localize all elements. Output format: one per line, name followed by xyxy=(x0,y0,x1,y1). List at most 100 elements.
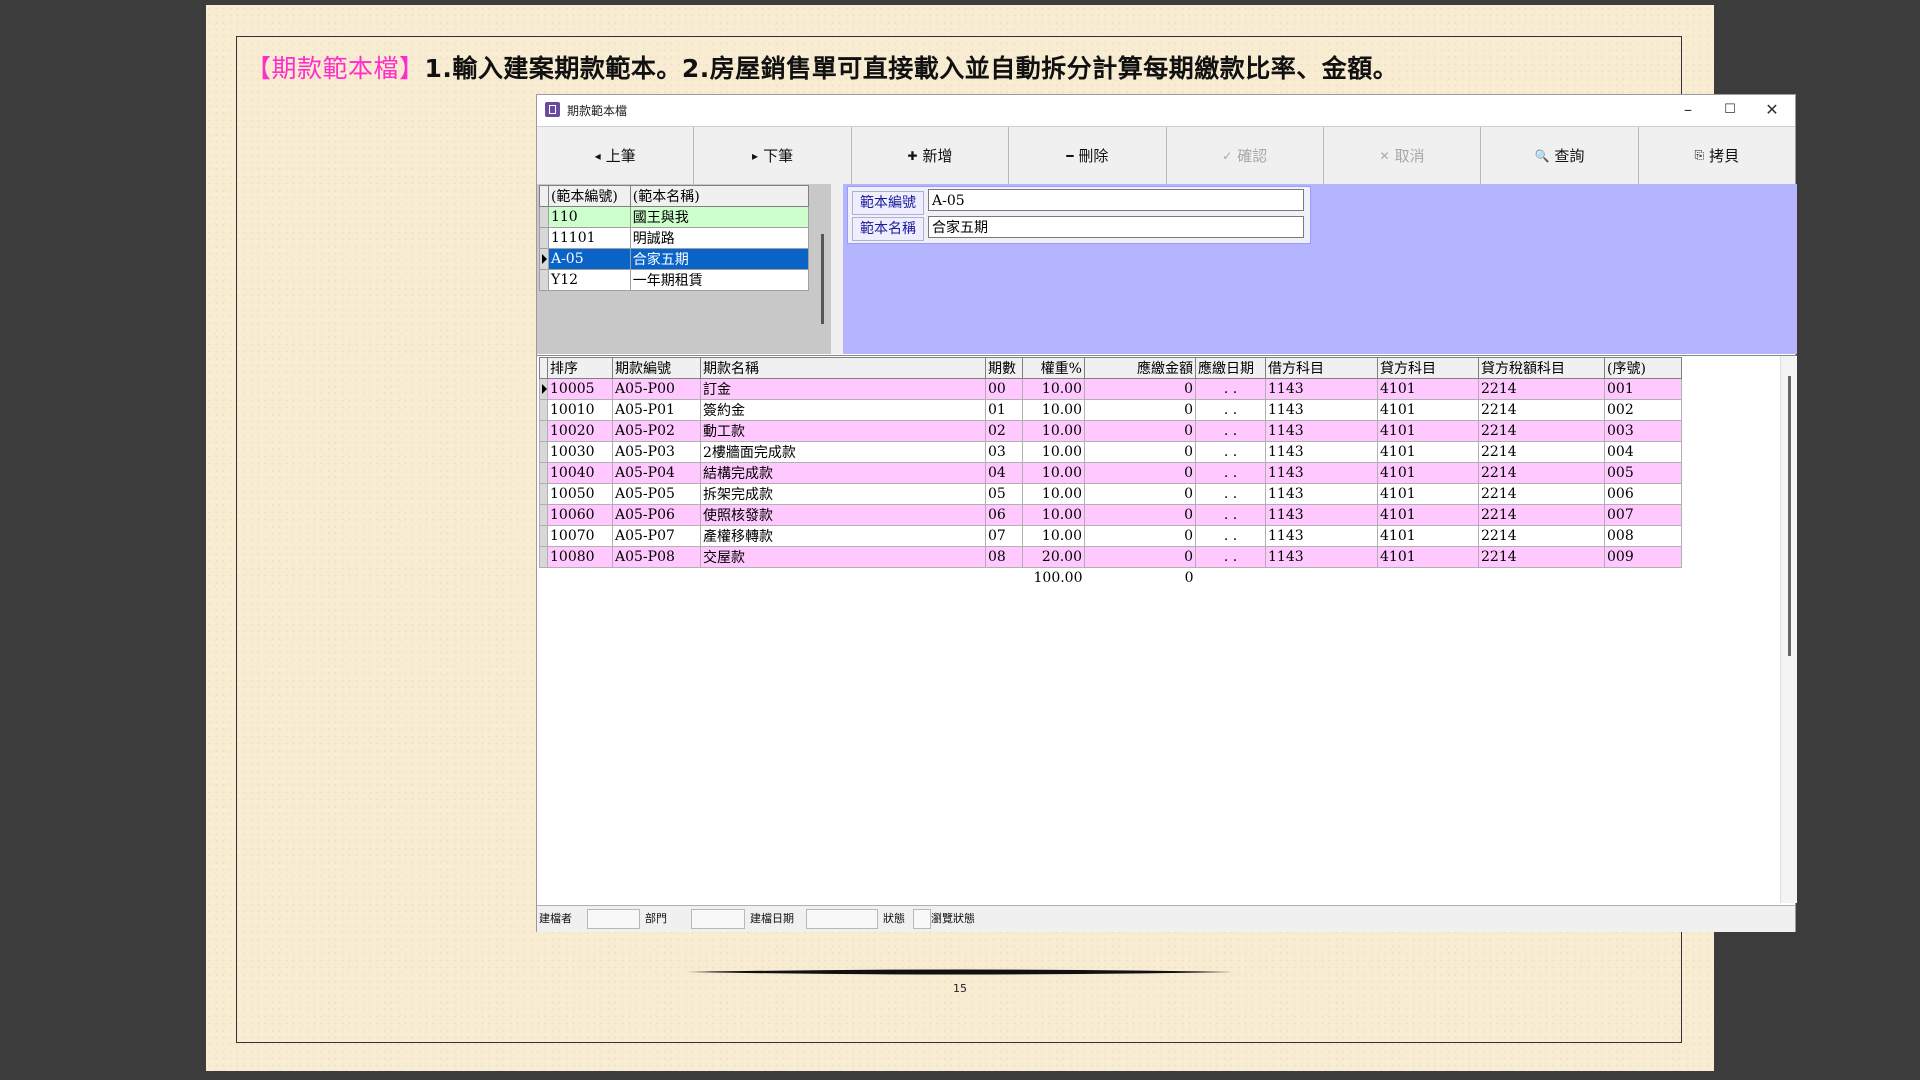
row-indicator[interactable] xyxy=(539,269,549,291)
installment-row[interactable]: 10050 A05-P05 拆架完成款 05 10.00 0 . . 1143 4101 221… xyxy=(539,483,1682,505)
sort-cell[interactable]: 10060 xyxy=(547,504,613,526)
sort-cell[interactable]: 10010 xyxy=(547,399,613,421)
amount-cell[interactable]: 0 xyxy=(1084,483,1196,505)
sort-cell[interactable]: 10005 xyxy=(547,378,613,400)
period-cell[interactable]: 07 xyxy=(985,525,1023,547)
installment-row[interactable]: 10030 A05-P03 2樓牆面完成款 03 10.00 0 . . 1143 4101 2… xyxy=(539,441,1682,463)
debit-account-cell[interactable]: 1143 xyxy=(1265,378,1378,400)
copy-button[interactable]: ⎘ 拷貝 xyxy=(1639,127,1795,184)
template-id-cell[interactable]: 11101 xyxy=(547,227,631,249)
seq-cell[interactable]: 008 xyxy=(1604,525,1682,547)
row-indicator[interactable] xyxy=(539,483,548,505)
credit-tax-account-cell[interactable]: 2214 xyxy=(1478,441,1605,463)
credit-account-cell[interactable]: 4101 xyxy=(1377,504,1479,526)
credit-tax-account-cell[interactable]: 2214 xyxy=(1478,504,1605,526)
amount-cell[interactable]: 0 xyxy=(1084,504,1196,526)
confirm-button[interactable]: ✓ 確認 xyxy=(1167,127,1324,184)
debit-account-cell[interactable]: 1143 xyxy=(1265,462,1378,484)
due-date-cell[interactable]: . . xyxy=(1195,462,1266,484)
due-date-cell[interactable]: . . xyxy=(1195,399,1266,421)
installment-no-cell[interactable]: A05-P07 xyxy=(612,525,701,547)
credit-tax-account-cell[interactable]: 2214 xyxy=(1478,420,1605,442)
grid-scroll-track[interactable] xyxy=(1780,356,1797,903)
sort-cell[interactable]: 10070 xyxy=(547,525,613,547)
grid-scrollbar-thumb[interactable] xyxy=(1788,376,1791,656)
installment-name-cell[interactable]: 動工款 xyxy=(700,420,986,442)
row-indicator[interactable] xyxy=(539,206,549,228)
weight-cell[interactable]: 20.00 xyxy=(1022,546,1085,568)
row-indicator[interactable] xyxy=(539,546,548,568)
template-name-cell[interactable]: 合家五期 xyxy=(629,248,810,270)
weight-cell[interactable]: 10.00 xyxy=(1022,441,1085,463)
due-date-cell[interactable]: . . xyxy=(1195,504,1266,526)
sort-cell[interactable]: 10020 xyxy=(547,420,613,442)
maximize-button[interactable]: ☐ xyxy=(1709,95,1751,125)
column-header[interactable]: 貸方稅額科目 xyxy=(1478,357,1605,379)
period-cell[interactable]: 00 xyxy=(985,378,1023,400)
period-cell[interactable]: 05 xyxy=(985,483,1023,505)
installment-row[interactable]: 10060 A05-P06 使照核發款 06 10.00 0 . . 1143 4101 221… xyxy=(539,504,1682,526)
credit-tax-account-cell[interactable]: 2214 xyxy=(1478,378,1605,400)
row-indicator[interactable] xyxy=(539,399,548,421)
template-id-cell[interactable]: 110 xyxy=(547,206,631,228)
installment-name-cell[interactable]: 2樓牆面完成款 xyxy=(700,441,986,463)
installment-no-cell[interactable]: A05-P06 xyxy=(612,504,701,526)
column-header[interactable]: 期數 xyxy=(985,357,1023,379)
weight-cell[interactable]: 10.00 xyxy=(1022,525,1085,547)
installment-name-cell[interactable]: 產權移轉款 xyxy=(700,525,986,547)
period-cell[interactable]: 08 xyxy=(985,546,1023,568)
credit-tax-account-cell[interactable]: 2214 xyxy=(1478,483,1605,505)
column-header[interactable]: 貸方科目 xyxy=(1377,357,1479,379)
amount-cell[interactable]: 0 xyxy=(1084,399,1196,421)
template-name-cell[interactable]: 明誠路 xyxy=(629,227,810,249)
seq-cell[interactable]: 006 xyxy=(1604,483,1682,505)
debit-account-cell[interactable]: 1143 xyxy=(1265,483,1378,505)
template-row[interactable]: Y12 一年期租賃 xyxy=(539,269,810,291)
installment-no-cell[interactable]: A05-P08 xyxy=(612,546,701,568)
credit-account-cell[interactable]: 4101 xyxy=(1377,483,1479,505)
credit-account-cell[interactable]: 4101 xyxy=(1377,462,1479,484)
installment-name-cell[interactable]: 使照核發款 xyxy=(700,504,986,526)
template-row[interactable]: 11101 明誠路 xyxy=(539,227,810,249)
installment-row[interactable]: 10040 A05-P04 結構完成款 04 10.00 0 . . 1143 4101 221… xyxy=(539,462,1682,484)
column-header[interactable]: 借方科目 xyxy=(1265,357,1378,379)
weight-cell[interactable]: 10.00 xyxy=(1022,462,1085,484)
seq-cell[interactable]: 005 xyxy=(1604,462,1682,484)
amount-cell[interactable]: 0 xyxy=(1084,546,1196,568)
column-header[interactable]: 應繳金額 xyxy=(1084,357,1196,379)
credit-account-cell[interactable]: 4101 xyxy=(1377,378,1479,400)
installment-no-cell[interactable]: A05-P01 xyxy=(612,399,701,421)
weight-cell[interactable]: 10.00 xyxy=(1022,504,1085,526)
sort-cell[interactable]: 10080 xyxy=(547,546,613,568)
credit-account-cell[interactable]: 4101 xyxy=(1377,546,1479,568)
debit-account-cell[interactable]: 1143 xyxy=(1265,399,1378,421)
weight-cell[interactable]: 10.00 xyxy=(1022,483,1085,505)
installment-row[interactable]: 10005 A05-P00 訂金 00 10.00 0 . . 1143 4101 2214 00… xyxy=(539,378,1682,400)
minimize-button[interactable]: – xyxy=(1667,95,1709,125)
credit-account-cell[interactable]: 4101 xyxy=(1377,441,1479,463)
column-header[interactable]: (序號) xyxy=(1604,357,1682,379)
installment-name-cell[interactable]: 結構完成款 xyxy=(700,462,986,484)
template-id-cell[interactable]: A-05 xyxy=(547,248,631,270)
template-name-cell[interactable]: 一年期租賃 xyxy=(629,269,810,291)
installment-no-cell[interactable]: A05-P03 xyxy=(612,441,701,463)
list-scrollbar[interactable] xyxy=(821,234,824,324)
amount-cell[interactable]: 0 xyxy=(1084,420,1196,442)
weight-cell[interactable]: 10.00 xyxy=(1022,378,1085,400)
installment-no-cell[interactable]: A05-P00 xyxy=(612,378,701,400)
column-header[interactable]: (範本名稱) xyxy=(629,185,810,207)
due-date-cell[interactable]: . . xyxy=(1195,525,1266,547)
period-cell[interactable]: 04 xyxy=(985,462,1023,484)
row-indicator[interactable] xyxy=(539,441,548,463)
row-indicator[interactable] xyxy=(539,420,548,442)
installment-no-cell[interactable]: A05-P05 xyxy=(612,483,701,505)
sort-cell[interactable]: 10050 xyxy=(547,483,613,505)
installment-no-cell[interactable]: A05-P02 xyxy=(612,420,701,442)
row-indicator[interactable] xyxy=(539,227,549,249)
due-date-cell[interactable]: . . xyxy=(1195,483,1266,505)
amount-cell[interactable]: 0 xyxy=(1084,462,1196,484)
weight-cell[interactable]: 10.00 xyxy=(1022,420,1085,442)
credit-tax-account-cell[interactable]: 2214 xyxy=(1478,546,1605,568)
credit-account-cell[interactable]: 4101 xyxy=(1377,399,1479,421)
credit-tax-account-cell[interactable]: 2214 xyxy=(1478,399,1605,421)
